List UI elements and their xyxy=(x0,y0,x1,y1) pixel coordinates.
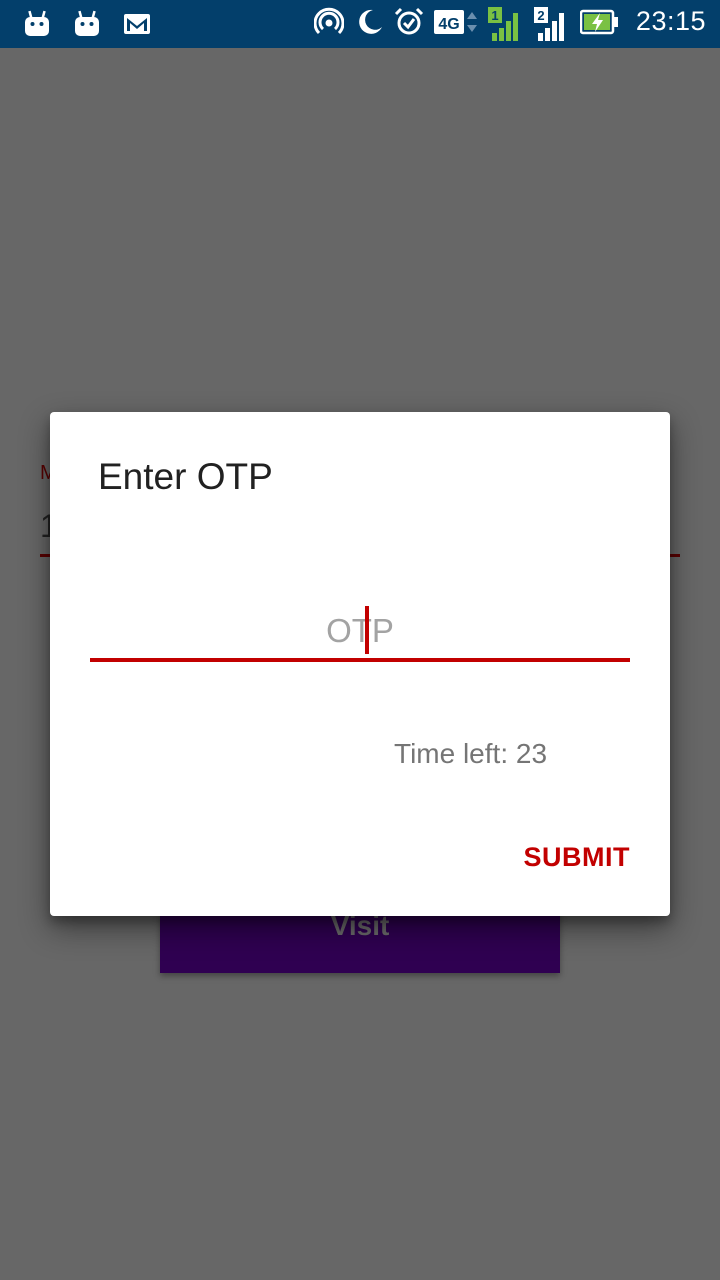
otp-underline xyxy=(90,658,630,662)
system-icons: 4G 1 2 23:15 xyxy=(313,6,706,41)
otp-field xyxy=(90,602,630,664)
signal-sim2-icon: 2 xyxy=(533,6,570,41)
sim2-label: 2 xyxy=(537,8,544,23)
submit-button[interactable]: SUBMIT xyxy=(524,842,631,873)
alarm-icon xyxy=(394,7,424,37)
moon-icon xyxy=(354,7,384,37)
notification-icons xyxy=(22,9,152,39)
status-bar: 4G 1 2 23:15 xyxy=(0,0,720,48)
clock: 23:15 xyxy=(635,6,706,36)
signal-sim1-icon: 1 xyxy=(487,6,524,41)
android-icon xyxy=(22,9,52,39)
screen: 4G 1 2 23:15 M 1 Visit Enter OTP OTP Tim… xyxy=(0,0,720,1280)
battery-charging-icon xyxy=(579,7,620,37)
android-icon xyxy=(72,9,102,39)
sim1-label: 1 xyxy=(491,8,498,23)
gmail-icon xyxy=(122,9,152,39)
otp-dialog: Enter OTP Time left: 23 SUBMIT xyxy=(50,412,670,916)
4g-icon: 4G xyxy=(433,7,478,37)
text-cursor xyxy=(365,606,369,654)
otp-input[interactable] xyxy=(90,602,630,660)
dialog-title: Enter OTP xyxy=(98,456,273,497)
hotspot-icon xyxy=(313,7,345,37)
network-type-label: 4G xyxy=(438,16,459,33)
countdown-timer: Time left: 23 xyxy=(394,738,548,769)
